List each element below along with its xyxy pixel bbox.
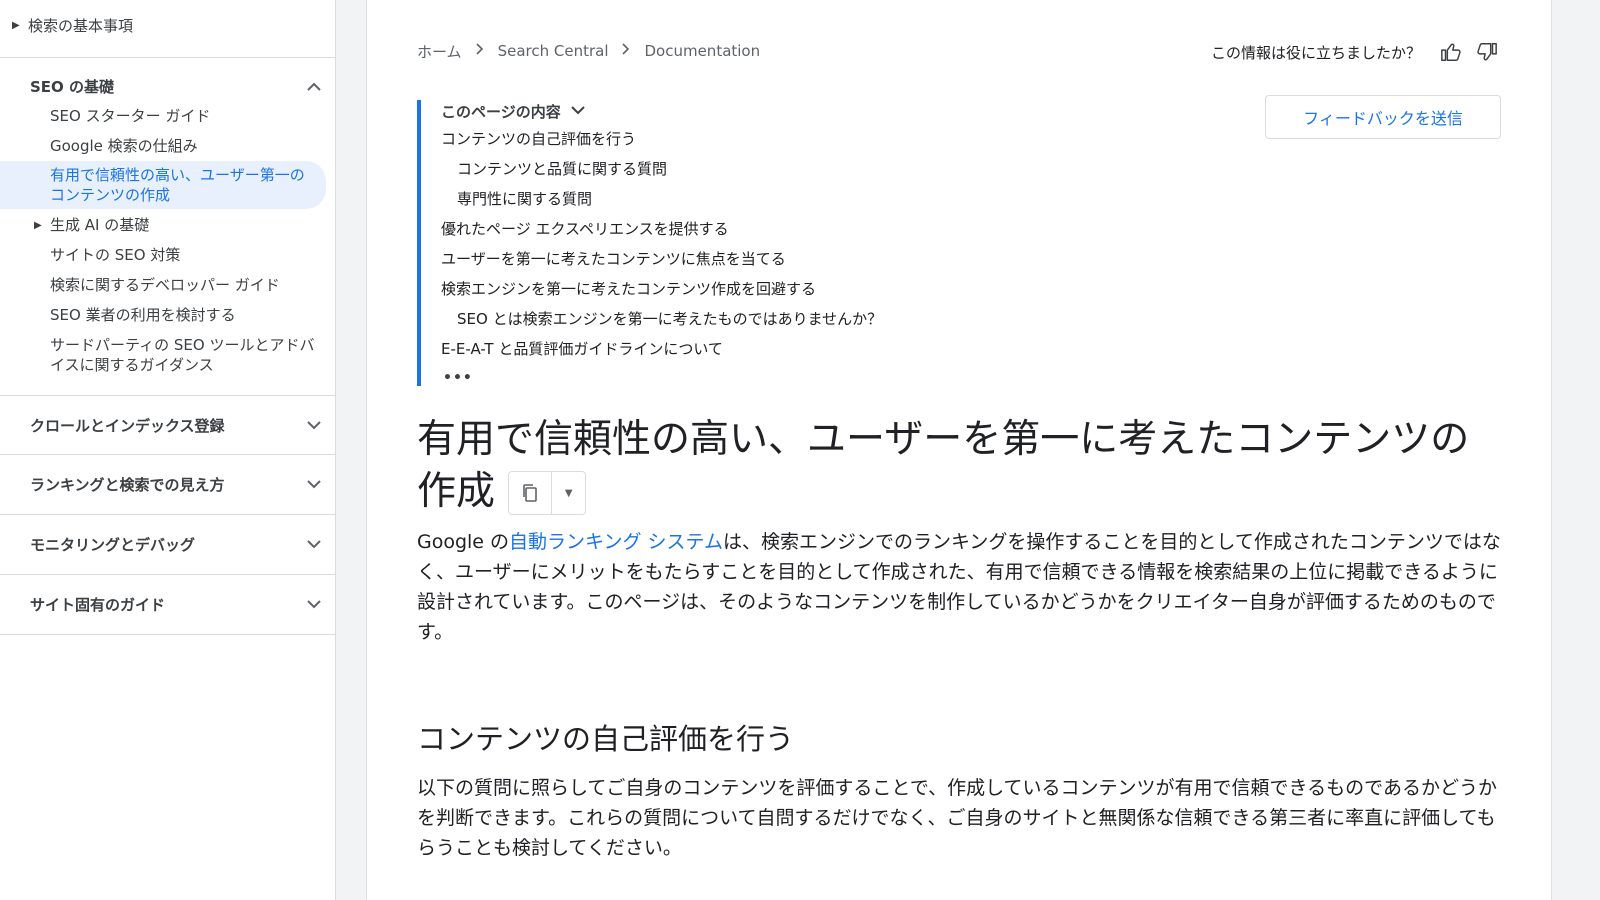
thumbs-up-icon[interactable] xyxy=(1437,38,1465,66)
chevron-down-icon[interactable] xyxy=(302,592,326,616)
sidebar-item-label: サードパーティの SEO ツールとアドバイスに関するガイダンス xyxy=(50,336,315,374)
breadcrumb-home[interactable]: ホーム xyxy=(417,41,462,62)
sidebar-section-crawling[interactable]: クロールとインデックス登録 xyxy=(30,410,326,440)
toc-item[interactable]: 専門性に関する質問 xyxy=(457,188,592,209)
thumbs-down-icon[interactable] xyxy=(1473,38,1501,66)
breadcrumb-search-central[interactable]: Search Central xyxy=(498,42,609,60)
toc-item[interactable]: 優れたページ エクスペリエンスを提供する xyxy=(441,218,729,239)
toc-more-button[interactable]: ••• xyxy=(443,370,473,386)
main-content: ホーム Search Central Documentation この情報は役に… xyxy=(366,0,1552,900)
sidebar-item-seo-starter-guide[interactable]: SEO スターター ガイド xyxy=(50,106,322,126)
sidebar-item-label: Google 検索の仕組み xyxy=(50,137,198,155)
intro-paragraph: Google の自動ランキング システムは、検索エンジンでのランキングを操作する… xyxy=(417,527,1507,647)
intro-text: Google の xyxy=(417,531,510,553)
toc-item[interactable]: SEO とは検索エンジンを第一に考えたものではありませんか？ xyxy=(457,308,882,329)
sidebar-item-label: 生成 AI の基礎 xyxy=(50,216,150,234)
chevron-down-icon[interactable] xyxy=(302,472,326,496)
sidebar-item-label: サイトの SEO 対策 xyxy=(50,246,181,264)
chevron-down-icon xyxy=(570,104,585,118)
sidebar-item-search-basics[interactable]: ▶ 検索の基本事項 xyxy=(0,14,133,36)
sidebar-item-developer-guide[interactable]: 検索に関するデベロッパー ガイド xyxy=(50,275,322,295)
sidebar-section-label: SEO の基礎 xyxy=(30,77,115,96)
chevron-down-icon[interactable] xyxy=(302,413,326,437)
sidebar-item-site-seo[interactable]: サイトの SEO 対策 xyxy=(50,245,322,265)
sidebar-item-label: SEO 業者の利用を検討する xyxy=(50,306,236,324)
chevron-up-icon[interactable] xyxy=(302,74,326,98)
divider xyxy=(0,634,335,635)
sidebar-section-seo-basics[interactable]: SEO の基礎 xyxy=(30,71,326,101)
sidebar-nav: ▶ 検索の基本事項 SEO の基礎 SEO スターター ガイド Google 検… xyxy=(0,0,336,900)
breadcrumb: ホーム Search Central Documentation xyxy=(417,40,760,62)
sidebar-section-site-guides[interactable]: サイト固有のガイド xyxy=(30,589,326,619)
caret-down-icon[interactable]: ▼ xyxy=(552,472,585,514)
divider xyxy=(0,574,335,575)
sidebar-item-generative-ai[interactable]: ▶ 生成 AI の基礎 xyxy=(34,215,322,235)
caret-right-icon: ▶ xyxy=(12,19,20,31)
sidebar-item-label: SEO スターター ガイド xyxy=(50,107,211,125)
divider xyxy=(0,514,335,515)
section-paragraph: 以下の質問に照らしてご自身のコンテンツを評価することで、作成しているコンテンツが… xyxy=(417,777,1497,859)
send-feedback-button[interactable]: フィードバックを送信 xyxy=(1265,95,1501,139)
sidebar-item-helpful-content[interactable]: 有用で信頼性の高い、ユーザー第一のコンテンツの作成 xyxy=(0,161,326,209)
divider xyxy=(0,57,335,58)
sidebar-item-label: 有用で信頼性の高い、ユーザー第一のコンテンツの作成 xyxy=(50,166,305,204)
sidebar-item-third-party-tools[interactable]: サードパーティの SEO ツールとアドバイスに関するガイダンス xyxy=(50,335,322,375)
divider xyxy=(0,395,335,396)
helpful-text: この情報は役に立ちましたか？ xyxy=(1210,43,1421,62)
sidebar-item-label: 検索に関するデベロッパー ガイド xyxy=(50,276,280,294)
helpful-prompt: この情報は役に立ちましたか？ xyxy=(1211,38,1501,66)
sidebar-section-monitoring[interactable]: モニタリングとデバッグ xyxy=(30,529,326,559)
toc-item[interactable]: ユーザーを第一に考えたコンテンツに焦点を当てる xyxy=(441,248,786,269)
copy-page-group: ▼ xyxy=(508,471,586,515)
sidebar-section-label: サイト固有のガイド xyxy=(30,595,166,614)
chevron-down-icon[interactable] xyxy=(302,532,326,556)
divider xyxy=(0,454,335,455)
ranking-systems-link[interactable]: 自動ランキング システム xyxy=(509,531,723,553)
section-heading: コンテンツの自己評価を行う xyxy=(417,722,795,756)
sidebar-section-ranking[interactable]: ランキングと検索での見え方 xyxy=(30,469,326,499)
table-of-contents: このページの内容 コンテンツの自己評価を行う コンテンツと品質に関する質問 専門… xyxy=(417,100,977,386)
sidebar-item-label: 検索の基本事項 xyxy=(28,16,134,35)
toc-item[interactable]: 検索エンジンを第一に考えたコンテンツ作成を回避する xyxy=(441,278,816,299)
chevron-right-icon xyxy=(622,43,630,59)
toc-item[interactable]: E-E-A-T と品質評価ガイドラインについて xyxy=(441,338,723,359)
toc-toggle[interactable]: このページの内容 xyxy=(441,100,585,122)
breadcrumb-documentation[interactable]: Documentation xyxy=(644,42,760,60)
sidebar-section-label: モニタリングとデバッグ xyxy=(30,535,196,554)
sidebar-section-label: クロールとインデックス登録 xyxy=(30,416,225,435)
sidebar-item-seo-agency[interactable]: SEO 業者の利用を検討する xyxy=(50,305,322,325)
toc-item[interactable]: コンテンツの自己評価を行う xyxy=(441,128,636,149)
sidebar-section-label: ランキングと検索での見え方 xyxy=(30,475,225,494)
sidebar-item-how-search-works[interactable]: Google 検索の仕組み xyxy=(50,136,322,156)
toc-title: このページの内容 xyxy=(441,102,561,121)
caret-right-icon: ▶ xyxy=(34,220,42,231)
copy-icon[interactable] xyxy=(509,472,553,514)
toc-item[interactable]: コンテンツと品質に関する質問 xyxy=(457,158,667,179)
chevron-right-icon xyxy=(475,43,484,59)
